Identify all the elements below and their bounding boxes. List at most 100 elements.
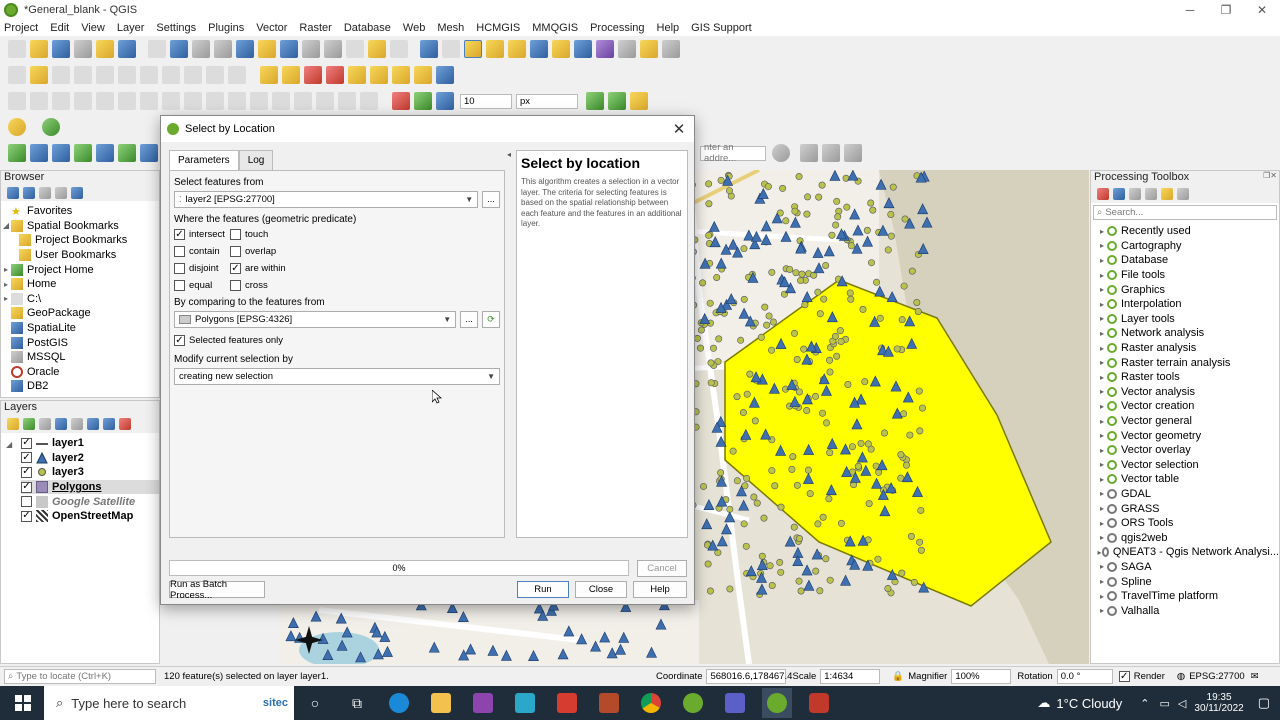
hcmgis-tool-3-icon[interactable] bbox=[844, 144, 862, 162]
pdf-app-icon[interactable] bbox=[468, 688, 498, 718]
menu-settings[interactable]: Settings bbox=[156, 22, 196, 34]
browser-item-project-bookmarks[interactable]: Project Bookmarks bbox=[1, 233, 159, 248]
collapsed-arrow-icon[interactable]: ▸ bbox=[1097, 417, 1107, 426]
point-feature[interactable] bbox=[733, 393, 741, 401]
menu-edit[interactable]: Edit bbox=[50, 22, 69, 34]
point-feature[interactable] bbox=[844, 381, 852, 389]
point-feature[interactable] bbox=[768, 467, 776, 475]
layer-visibility-checkbox[interactable]: ✓ bbox=[21, 481, 32, 493]
locate-input[interactable]: ⌕ Type to locate (Ctrl+K) bbox=[4, 669, 156, 684]
point-feature[interactable] bbox=[819, 513, 827, 521]
point-feature[interactable] bbox=[902, 461, 910, 469]
point-feature[interactable] bbox=[707, 379, 715, 387]
point-feature[interactable] bbox=[715, 335, 723, 343]
point-feature[interactable] bbox=[833, 352, 841, 360]
point-feature[interactable] bbox=[764, 183, 772, 191]
point-feature[interactable] bbox=[825, 495, 833, 503]
point-feature[interactable] bbox=[797, 277, 805, 285]
point-feature[interactable] bbox=[779, 184, 787, 192]
collapsed-arrow-icon[interactable]: ▸ bbox=[1097, 358, 1107, 367]
point-feature[interactable] bbox=[733, 477, 741, 485]
layer-item-layer1[interactable]: ✓ layer1 bbox=[21, 436, 159, 451]
point-feature[interactable] bbox=[765, 312, 773, 320]
zoom-native-icon[interactable] bbox=[302, 40, 320, 58]
address-locator-input[interactable]: nter an addre... bbox=[700, 142, 766, 164]
point-feature[interactable] bbox=[857, 439, 865, 447]
point-feature[interactable] bbox=[815, 193, 823, 201]
statistics-sigma-icon[interactable] bbox=[596, 40, 614, 58]
browser-item-postgis[interactable]: PostGIS bbox=[1, 335, 159, 350]
filter-legend-icon[interactable] bbox=[55, 418, 67, 430]
point-feature[interactable] bbox=[837, 337, 845, 345]
batch-process-button[interactable]: Run as Batch Process... bbox=[169, 579, 265, 601]
point-feature[interactable] bbox=[910, 578, 918, 586]
point-feature[interactable] bbox=[757, 333, 765, 341]
point-feature[interactable] bbox=[916, 538, 924, 546]
acrobat-icon[interactable] bbox=[552, 688, 582, 718]
point-feature[interactable] bbox=[918, 404, 926, 412]
zoom-out-icon[interactable] bbox=[214, 40, 232, 58]
predicate-contain[interactable]: contain bbox=[174, 246, 230, 257]
point-feature[interactable] bbox=[820, 295, 828, 303]
point-feature[interactable] bbox=[700, 482, 708, 490]
style-layer-icon[interactable] bbox=[7, 418, 19, 430]
browser-item-geopackage[interactable]: GeoPackage bbox=[1, 306, 159, 321]
help-icon[interactable] bbox=[436, 66, 454, 84]
checkbox[interactable]: ✓ bbox=[174, 335, 185, 346]
trim-extend-icon[interactable] bbox=[294, 92, 312, 110]
point-feature[interactable] bbox=[803, 407, 811, 415]
notifications-icon[interactable]: ▢ bbox=[1258, 695, 1270, 711]
point-feature[interactable] bbox=[814, 288, 822, 296]
point-feature[interactable] bbox=[705, 231, 713, 239]
qgis-active-icon[interactable] bbox=[762, 688, 792, 718]
zoom-selection-icon[interactable] bbox=[258, 40, 276, 58]
cortana-icon[interactable]: ○ bbox=[300, 688, 330, 718]
checkbox[interactable] bbox=[174, 246, 185, 257]
collapsed-arrow-icon[interactable]: ▸ bbox=[1097, 519, 1107, 528]
browser-item-home[interactable]: ▸ Home bbox=[1, 277, 159, 292]
point-feature[interactable] bbox=[806, 490, 814, 498]
point-feature[interactable] bbox=[713, 273, 721, 281]
point-feature[interactable] bbox=[793, 356, 801, 364]
browser-item-spatial-bookmarks[interactable]: ◢ Spatial Bookmarks bbox=[1, 219, 159, 234]
point-feature[interactable] bbox=[822, 261, 830, 269]
predicate-touch[interactable]: touch bbox=[230, 229, 310, 240]
toolbox-item[interactable]: ▸ Raster terrain analysis bbox=[1091, 355, 1279, 370]
snapping-magnet-icon[interactable] bbox=[392, 92, 410, 110]
copy-features-icon[interactable] bbox=[162, 66, 180, 84]
collapsed-arrow-icon[interactable]: ▸ bbox=[1097, 402, 1107, 411]
point-feature[interactable] bbox=[908, 267, 916, 275]
select-features-icon[interactable] bbox=[464, 40, 482, 58]
zoom-in-icon[interactable] bbox=[192, 40, 210, 58]
edge-icon[interactable] bbox=[384, 688, 414, 718]
print-layout-icon[interactable] bbox=[96, 40, 114, 58]
snap-intersection-icon[interactable] bbox=[608, 92, 626, 110]
point-feature[interactable] bbox=[916, 427, 924, 435]
label-show-hide-icon[interactable] bbox=[326, 66, 344, 84]
toolbox-item[interactable]: ▸ Recently used bbox=[1091, 224, 1279, 239]
point-feature[interactable] bbox=[804, 466, 812, 474]
save-as-icon[interactable] bbox=[74, 40, 92, 58]
history-icon[interactable] bbox=[1129, 188, 1141, 200]
point-feature[interactable] bbox=[766, 562, 774, 570]
toggle-editing-icon[interactable] bbox=[30, 66, 48, 84]
point-feature[interactable] bbox=[740, 295, 748, 303]
point-feature[interactable] bbox=[917, 506, 925, 514]
select-from-combo[interactable]: ⁚ layer2 [EPSG:27700] ▼ bbox=[174, 191, 479, 208]
rotation-field[interactable]: 0.0 ° bbox=[1056, 669, 1113, 684]
point-feature[interactable] bbox=[818, 181, 826, 189]
menu-plugins[interactable]: Plugins bbox=[208, 22, 244, 34]
point-feature[interactable] bbox=[873, 278, 881, 286]
point-feature[interactable] bbox=[786, 265, 794, 273]
expand-all-icon[interactable] bbox=[87, 418, 99, 430]
arcgis-icon[interactable] bbox=[510, 688, 540, 718]
models-icon[interactable] bbox=[1097, 188, 1109, 200]
toolbox-item[interactable]: ▸ Vector general bbox=[1091, 414, 1279, 429]
point-feature[interactable] bbox=[863, 226, 871, 234]
reshape-icon[interactable] bbox=[30, 92, 48, 110]
point-feature[interactable] bbox=[865, 500, 873, 508]
label-rotate-icon[interactable] bbox=[370, 66, 388, 84]
vertex-tool-icon[interactable] bbox=[96, 66, 114, 84]
collapsed-arrow-icon[interactable]: ▸ bbox=[1097, 562, 1107, 571]
render-checkbox[interactable]: ✓ bbox=[1118, 671, 1130, 682]
